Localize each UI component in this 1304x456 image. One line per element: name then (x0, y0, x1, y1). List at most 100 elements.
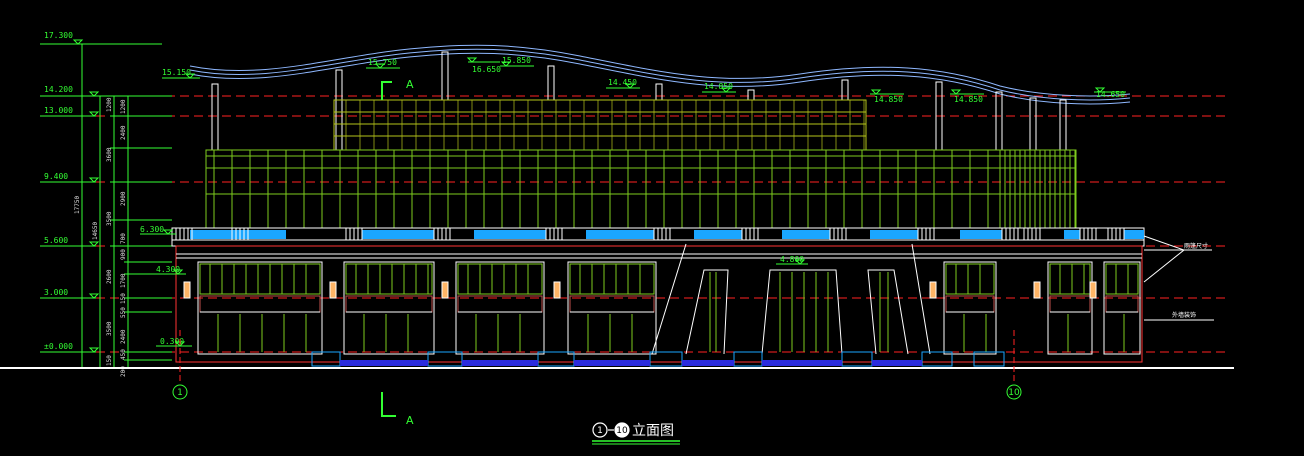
roof-level-8: 14.650 (1096, 90, 1125, 99)
blue-glass-panel (1124, 230, 1144, 239)
dim-col3-5: 1700 (120, 273, 127, 288)
note-right-mid: 外墙装饰 (1172, 311, 1196, 319)
dim-col3-4: 900 (120, 249, 127, 260)
parapet-band (171, 227, 1145, 247)
dim-col2-0: 1200 (106, 97, 113, 112)
baluster-group (741, 227, 759, 241)
axis-label-10: 10 (1008, 388, 1020, 398)
bay-lamp (329, 281, 337, 299)
bay-transom (345, 263, 433, 295)
blue-glass-panel (362, 230, 434, 239)
blue-glass-panel (474, 230, 546, 239)
bay-transom (457, 263, 543, 295)
blue-glass-panel (586, 230, 654, 239)
level-label-0-000: ±0.000 (44, 342, 73, 351)
inner-level-0-300: 0.300 (160, 337, 184, 346)
level-label-17-300: 17.300 (44, 31, 73, 40)
drawing-title: 1 10 立面图 (592, 422, 680, 445)
base-strip (682, 360, 734, 366)
middle-curtain-wall (205, 149, 1077, 229)
bay-frame (197, 261, 323, 355)
bay-spandrel (569, 295, 655, 313)
upper-glass-volume (333, 99, 867, 151)
blue-glass-panel (1064, 230, 1080, 239)
section-mark-top (381, 81, 392, 100)
dim-col3-7: 550 (120, 307, 127, 318)
level-label-13-000: 13.000 (44, 106, 73, 115)
baluster-group (175, 227, 193, 241)
roof-level-4: 14.450 (608, 78, 637, 87)
base-strip (462, 360, 538, 366)
dim-col2-6: 150 (106, 355, 113, 366)
bay-lamp (183, 281, 191, 299)
planter-box (733, 351, 763, 367)
level-label-14-200: 14.200 (44, 85, 73, 94)
ground-floor (175, 245, 1143, 363)
dim-col3-8: 2400 (120, 329, 127, 344)
bay-frame (1047, 261, 1093, 355)
bay-spandrel (457, 295, 543, 313)
bay-lamp (929, 281, 937, 299)
roof-level-5: 14.850 (704, 82, 733, 91)
dim-col3-9: 450 (120, 349, 127, 360)
blue-glass-panel (694, 230, 742, 239)
dim-col3-2: 2900 (120, 191, 127, 206)
title-axis-10: 10 (616, 426, 628, 436)
level-label-5-600: 5.600 (44, 236, 68, 245)
roof-level-0: 15.150 (162, 68, 191, 77)
dim-col2-4: 3500 (106, 321, 113, 336)
blue-glass-panel (960, 230, 1002, 239)
bay-4 (929, 261, 997, 355)
bay-0 (183, 261, 323, 355)
bay-lamp (1089, 281, 1097, 299)
section-label-bottom: A (406, 414, 414, 427)
elevation-drawing: 17.300 14.200 13.000 9.400 5.600 3.000 ±… (0, 31, 1234, 445)
bay-transom (199, 263, 321, 295)
dim-sub: 14650 (92, 222, 99, 240)
section-mark-bottom (381, 392, 396, 417)
baluster-group (917, 227, 935, 241)
roof-level-3: 15.850 (502, 56, 531, 65)
baluster-group (1023, 227, 1041, 241)
dim-col3-1: 2400 (120, 125, 127, 140)
baluster-group (345, 227, 363, 241)
baluster-group (1107, 227, 1125, 241)
bay-lamp (441, 281, 449, 299)
bay-frame (1103, 261, 1141, 355)
roof-level-1: 15.750 (368, 58, 397, 67)
bay-lamp (553, 281, 561, 299)
bay-transom (569, 263, 655, 295)
level-label-3-000: 3.000 (44, 288, 68, 297)
blue-glass-panel (190, 230, 286, 239)
bay-frame (455, 261, 545, 355)
inner-level-4-300: 4.300 (156, 265, 180, 274)
inner-level-6-300: 6.300 (140, 225, 164, 234)
section-label-top: A (406, 78, 414, 91)
roof-level-6: 14.850 (874, 95, 903, 104)
dim-col3-6: 150 (120, 293, 127, 304)
bay-frame (343, 261, 435, 355)
dim-col2-1: 3600 (106, 147, 113, 162)
axis-label-1: 1 (177, 388, 183, 398)
roof-level-2: 16.650 (472, 65, 501, 74)
baluster-group (653, 227, 671, 241)
bay-3 (553, 261, 657, 355)
bay-spandrel (199, 295, 321, 313)
baluster-group (1079, 227, 1097, 241)
blue-glass-panel (870, 230, 918, 239)
planter-box (841, 351, 873, 367)
title-text: 立面图 (632, 423, 674, 439)
dim-col3-3: 700 (120, 233, 127, 244)
bay-transom (945, 263, 995, 295)
bay-transom (1105, 263, 1139, 295)
bay-2 (441, 261, 545, 355)
blue-glass-band (190, 230, 1144, 239)
dim-col2-3: 2600 (106, 269, 113, 284)
roof-canopy (189, 44, 1131, 105)
note-right-top: 雨篷尺寸 (1184, 242, 1208, 250)
bay-lamp (1033, 281, 1041, 299)
dim-col2-2: 3500 (106, 211, 113, 226)
baluster-group (433, 227, 451, 241)
bay-6 (1089, 261, 1141, 355)
base-strip (762, 360, 842, 366)
